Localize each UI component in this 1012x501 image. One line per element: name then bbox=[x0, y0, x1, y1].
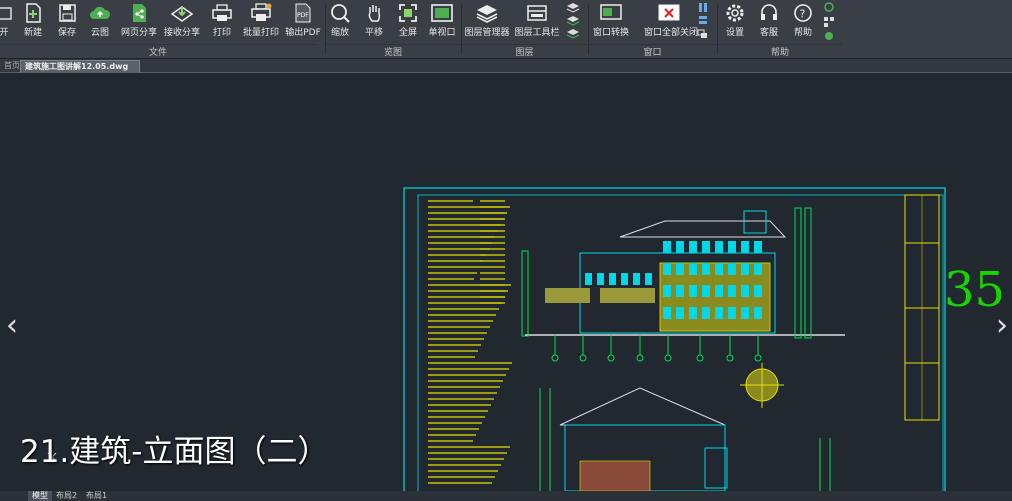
window bbox=[702, 307, 710, 319]
close-all-windows-button[interactable]: 窗口全部关闭 bbox=[644, 2, 698, 38]
window bbox=[728, 263, 736, 275]
receive-icon bbox=[160, 2, 204, 24]
single-viewport-button[interactable]: 单视口 bbox=[420, 2, 464, 38]
window bbox=[754, 285, 762, 297]
window bbox=[754, 263, 762, 275]
window bbox=[676, 285, 684, 297]
window bbox=[754, 241, 762, 253]
window bbox=[663, 263, 671, 275]
window bbox=[741, 285, 749, 297]
layer-stack-icon[interactable] bbox=[566, 2, 580, 46]
window bbox=[715, 307, 723, 319]
layer-toolbar-button[interactable]: 图层工具栏 bbox=[514, 2, 560, 38]
window bbox=[741, 263, 749, 275]
viewport-icon bbox=[420, 2, 464, 24]
web-share-button[interactable]: 网页分享 bbox=[117, 2, 161, 38]
axis-bubble bbox=[607, 354, 615, 362]
key-plan bbox=[743, 210, 767, 234]
window bbox=[633, 273, 640, 285]
share-icon bbox=[117, 2, 161, 24]
layout-tab-model[interactable]: 模型 bbox=[28, 491, 52, 501]
group-label-layer: 图层 bbox=[462, 44, 587, 58]
group-label-file: 文件 bbox=[0, 44, 316, 58]
close-all-icon bbox=[644, 2, 694, 24]
axis-markers bbox=[551, 335, 762, 362]
window bbox=[676, 307, 684, 319]
previous-slide-arrow[interactable]: ‹ bbox=[2, 311, 22, 341]
window-switch-button[interactable]: 窗口转换 bbox=[588, 2, 634, 38]
layout-tab-1[interactable]: 布局1 bbox=[82, 491, 111, 501]
svg-text:PDF: PDF bbox=[297, 12, 309, 19]
second-elevation-roof bbox=[559, 387, 726, 426]
design-notes-text bbox=[428, 200, 512, 484]
window bbox=[741, 241, 749, 253]
window bbox=[754, 307, 762, 319]
window bbox=[715, 285, 723, 297]
slide-page-number: 35 bbox=[944, 262, 1006, 318]
axis-bubble bbox=[664, 354, 672, 362]
layer-manager-icon bbox=[464, 2, 510, 24]
axis-bubble bbox=[754, 354, 762, 362]
ribbon-toolbar: 开 新建 保存 云图 网页分享 接收分享 打印 批量打印 PDF 输出PDF 缩… bbox=[0, 0, 1012, 59]
window bbox=[585, 273, 592, 285]
axis-bubble bbox=[551, 354, 559, 362]
cloud-icon bbox=[78, 2, 122, 24]
help-icon: ? bbox=[781, 2, 825, 24]
window bbox=[689, 307, 697, 319]
window bbox=[702, 241, 710, 253]
layout-tab-bar bbox=[0, 491, 1012, 501]
group-label-view: 览图 bbox=[326, 44, 460, 58]
window bbox=[702, 285, 710, 297]
sheet-border bbox=[403, 187, 946, 494]
window-switch-icon bbox=[588, 2, 634, 24]
window bbox=[702, 263, 710, 275]
window-tile-icon[interactable] bbox=[697, 2, 709, 46]
help-button[interactable]: ? 帮助 bbox=[781, 2, 825, 38]
receive-share-button[interactable]: 接收分享 bbox=[160, 2, 204, 38]
window bbox=[663, 241, 671, 253]
window bbox=[676, 263, 684, 275]
window bbox=[689, 263, 697, 275]
group-label-window: 窗口 bbox=[589, 44, 716, 58]
batch-print-icon bbox=[239, 2, 283, 24]
group-label-help: 帮助 bbox=[718, 44, 842, 58]
window bbox=[597, 273, 604, 285]
axis-bubble bbox=[726, 354, 734, 362]
layer-manager-button[interactable]: 图层管理器 bbox=[464, 2, 510, 38]
axis-bubble bbox=[636, 354, 644, 362]
layer-toolbar-icon bbox=[514, 2, 560, 24]
layout-tab-2[interactable]: 布局2 bbox=[52, 491, 81, 501]
window bbox=[609, 273, 616, 285]
svg-text:?: ? bbox=[800, 8, 806, 21]
window bbox=[621, 273, 628, 285]
axis-bubble bbox=[696, 354, 704, 362]
print-button[interactable]: 打印 bbox=[200, 2, 244, 38]
window bbox=[728, 241, 736, 253]
batch-print-button[interactable]: 批量打印 bbox=[239, 2, 283, 38]
window bbox=[728, 307, 736, 319]
window bbox=[676, 241, 684, 253]
slide-title: 21.建筑-立面图（二） bbox=[20, 434, 329, 470]
window bbox=[645, 273, 652, 285]
window bbox=[715, 263, 723, 275]
tab-current-file[interactable]: 建筑施工图讲解12.05.dwg bbox=[20, 60, 140, 73]
window bbox=[741, 307, 749, 319]
window bbox=[689, 241, 697, 253]
print-icon bbox=[200, 2, 244, 24]
window bbox=[663, 307, 671, 319]
cloud-button[interactable]: 云图 bbox=[78, 2, 122, 38]
extra-tools-icon[interactable] bbox=[823, 2, 835, 46]
document-tab-bar: 首页 建筑施工图讲解12.05.dwg bbox=[0, 59, 1012, 73]
window bbox=[715, 241, 723, 253]
window bbox=[663, 285, 671, 297]
axis-bubble bbox=[579, 354, 587, 362]
window bbox=[689, 285, 697, 297]
window bbox=[728, 285, 736, 297]
